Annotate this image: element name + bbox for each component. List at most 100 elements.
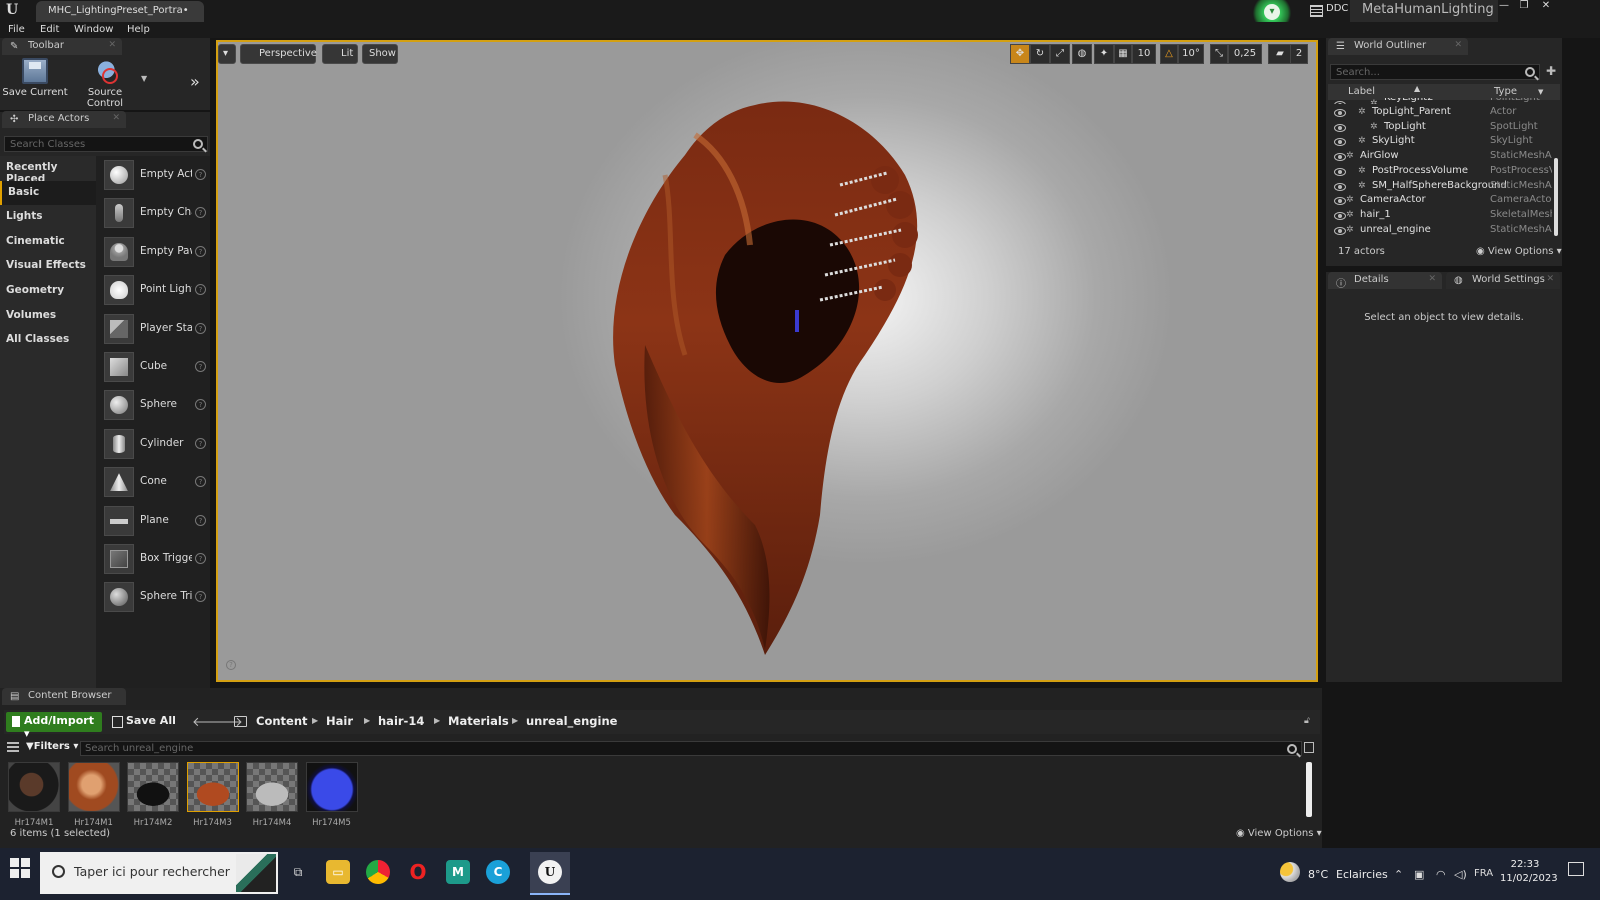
- unreal-engine-icon[interactable]: U: [538, 860, 562, 884]
- breadcrumb-separator-icon[interactable]: ▶: [434, 716, 440, 725]
- taskbar-clock[interactable]: 22:33 11/02/2023: [1500, 858, 1558, 886]
- visibility-eye-icon[interactable]: [1334, 153, 1346, 162]
- add-filter-icon[interactable]: ✚: [1546, 64, 1558, 78]
- outliner-row[interactable]: ✲ TopLight SpotLight: [1328, 121, 1554, 136]
- asset-tile[interactable]: Hr174M1: [67, 762, 120, 828]
- rotation-snap-value[interactable]: 10°: [1178, 44, 1204, 64]
- outliner-row[interactable]: ✲ SkyLight SkyLight: [1328, 135, 1554, 150]
- visibility-eye-icon[interactable]: [1334, 138, 1346, 147]
- visibility-eye-icon[interactable]: [1334, 109, 1346, 117]
- world-space-icon[interactable]: ◍: [1072, 44, 1092, 64]
- visibility-eye-icon[interactable]: [1334, 167, 1346, 176]
- task-view-icon[interactable]: ⧉: [286, 860, 310, 884]
- actor-item[interactable]: Cylinder?: [100, 427, 208, 463]
- help-icon[interactable]: ?: [195, 514, 206, 526]
- filters-button[interactable]: ▼Filters ▾: [26, 741, 78, 752]
- category-item[interactable]: Lights: [0, 205, 96, 229]
- breadcrumb-item[interactable]: unreal_engine: [526, 714, 617, 728]
- outliner-row[interactable]: ✲ hair_1 SkeletalMeshActor: [1328, 209, 1554, 224]
- actor-item[interactable]: Box Trigger?: [100, 542, 208, 578]
- asset-tile[interactable]: Hr174M3: [186, 762, 239, 828]
- visibility-eye-icon[interactable]: [1334, 123, 1346, 132]
- tab-details[interactable]: ⓘ Details ✕: [1328, 272, 1442, 290]
- close-icon[interactable]: ✕: [108, 40, 116, 50]
- help-icon[interactable]: ?: [195, 361, 206, 372]
- weather-icon[interactable]: [1280, 862, 1300, 882]
- help-icon[interactable]: ?: [195, 169, 206, 180]
- tab-toolbar[interactable]: ✎ Toolbar ✕: [2, 38, 122, 55]
- help-icon[interactable]: ?: [195, 245, 206, 257]
- category-item[interactable]: All Classes: [0, 328, 96, 352]
- close-icon[interactable]: ✕: [112, 113, 120, 123]
- category-item[interactable]: Basic: [0, 180, 96, 205]
- unreal-logo-icon[interactable]: U: [6, 2, 22, 20]
- breadcrumb-item[interactable]: Content: [256, 714, 308, 728]
- actor-item[interactable]: Empty Actor?: [100, 158, 208, 194]
- grid-snap-value[interactable]: 10: [1132, 44, 1156, 64]
- col-label-header[interactable]: Label: [1348, 86, 1375, 97]
- tab-world-outliner[interactable]: ☰ World Outliner ✕: [1328, 38, 1468, 55]
- add-import-button[interactable]: Add/Import ▾: [6, 712, 102, 740]
- sources-panel-icon[interactable]: [7, 742, 19, 753]
- tab-world-settings[interactable]: ◍ World Settings ✕: [1446, 272, 1560, 289]
- chevron-down-icon[interactable]: ▼: [1538, 88, 1543, 96]
- asset-tile[interactable]: Hr174M2: [127, 762, 179, 828]
- visibility-eye-icon[interactable]: [1334, 101, 1346, 104]
- ddc-indicator[interactable]: DDC: [1310, 3, 1348, 19]
- cinema-app-icon[interactable]: C: [486, 860, 510, 884]
- rotation-snap-icon[interactable]: △: [1160, 44, 1178, 64]
- weather-temp[interactable]: 8°C: [1308, 868, 1328, 881]
- help-icon[interactable]: ?: [195, 591, 206, 603]
- notification-icon[interactable]: [1568, 862, 1584, 876]
- tab-place-actors[interactable]: ✣ Place Actors ✕: [2, 111, 126, 128]
- rotate-tool-icon[interactable]: ↻: [1030, 44, 1050, 64]
- outliner-view-options-button[interactable]: ◉ View Options ▾: [1476, 246, 1562, 257]
- visibility-eye-icon[interactable]: [1334, 226, 1346, 235]
- content-search-input[interactable]: Search unreal_engine: [80, 741, 1302, 756]
- scale-snap-value[interactable]: 0,25: [1228, 44, 1262, 64]
- actor-item[interactable]: Plane?: [100, 504, 208, 540]
- close-icon[interactable]: ✕: [1546, 274, 1554, 284]
- tab-content-browser[interactable]: ▤ Content Browser: [2, 688, 126, 705]
- lit-button[interactable]: Lit: [322, 44, 358, 64]
- file-explorer-icon[interactable]: ▭: [326, 860, 350, 884]
- category-item[interactable]: Geometry: [0, 279, 96, 303]
- grid-snap-icon[interactable]: ▦: [1114, 44, 1132, 64]
- tray-chevron-icon[interactable]: ⌃: [1394, 868, 1403, 881]
- close-button[interactable]: ✕: [1536, 0, 1556, 14]
- chevron-down-icon[interactable]: ▼: [141, 74, 147, 83]
- help-icon[interactable]: ?: [195, 437, 206, 449]
- content-scrollbar[interactable]: [1306, 762, 1312, 817]
- windows-start-icon[interactable]: [10, 858, 30, 878]
- search-classes-input[interactable]: Search Classes: [4, 136, 208, 152]
- camera-speed-icon[interactable]: ▰: [1268, 44, 1292, 64]
- content-view-options-button[interactable]: ◉ View Options ▾: [1236, 828, 1322, 839]
- outliner-row[interactable]: ✲ KeyLight2 PointLight: [1328, 98, 1554, 104]
- outliner-row[interactable]: ✲ PostProcessVolume PostProcessVolume: [1328, 165, 1554, 180]
- breadcrumb-separator-icon[interactable]: ▶: [364, 716, 370, 725]
- menu-file[interactable]: File: [8, 22, 25, 38]
- weather-text[interactable]: Eclaircies: [1336, 868, 1388, 881]
- perspective-button[interactable]: Perspective: [240, 44, 317, 64]
- document-tab[interactable]: MHC_LightingPreset_Portra•: [36, 1, 204, 22]
- actor-item[interactable]: Empty Character?: [100, 196, 208, 232]
- source-control-button[interactable]: Source Control: [70, 58, 140, 109]
- wifi-icon[interactable]: ◠: [1436, 868, 1446, 881]
- save-search-icon[interactable]: [1304, 742, 1314, 753]
- outliner-row[interactable]: ✲ SM_HalfSphereBackgroundStaticMeshActor: [1328, 180, 1554, 195]
- save-all-button[interactable]: Save All: [112, 714, 176, 728]
- opera-icon[interactable]: O: [406, 860, 430, 884]
- breadcrumb-item[interactable]: hair-14: [378, 714, 424, 728]
- category-item[interactable]: Recently Placed: [0, 156, 96, 185]
- sort-arrow-icon[interactable]: ▲: [1414, 84, 1420, 93]
- outliner-scrollbar[interactable]: [1554, 158, 1558, 236]
- menu-help[interactable]: Help: [127, 22, 150, 38]
- actor-item[interactable]: Point Light?: [100, 273, 208, 309]
- show-button[interactable]: Show: [362, 44, 398, 64]
- translate-tool-icon[interactable]: ✥: [1010, 44, 1030, 64]
- asset-tile[interactable]: Hr174M5: [305, 762, 358, 828]
- folder-icon[interactable]: [234, 716, 247, 727]
- outliner-row[interactable]: ✲ CameraActor CameraActor: [1328, 194, 1554, 209]
- breadcrumb-separator-icon[interactable]: ▶: [512, 716, 518, 725]
- save-current-button[interactable]: Save Current: [0, 58, 70, 104]
